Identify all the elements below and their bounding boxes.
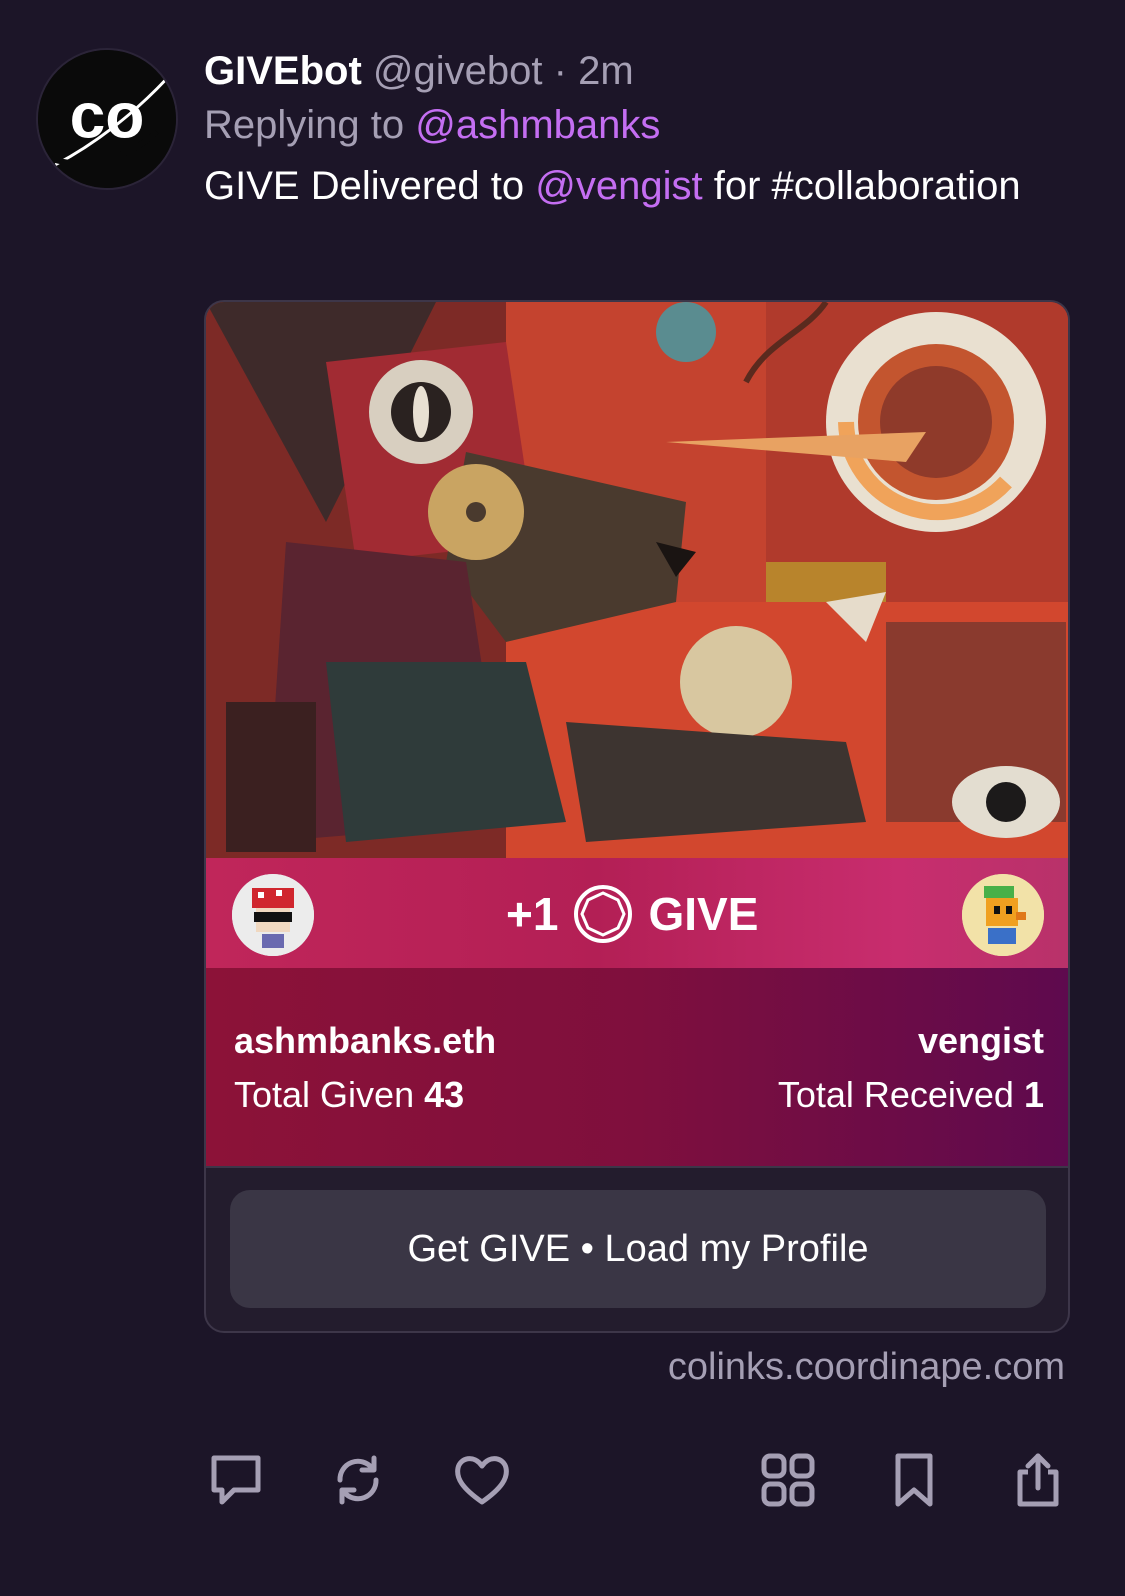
reply-context: Replying to @ashmbanks bbox=[204, 98, 1084, 152]
like-icon bbox=[455, 1456, 509, 1505]
repost-icon bbox=[337, 1455, 379, 1505]
receiver-total-label: Total Received bbox=[777, 1074, 1014, 1115]
reply-mention[interactable]: @ashmbanks bbox=[415, 103, 660, 147]
give-amount-value: +1 bbox=[506, 888, 559, 940]
bookmark-button[interactable] bbox=[882, 1448, 946, 1512]
giver-total-label: Total Given bbox=[234, 1074, 415, 1115]
post-header: GIVEbot @givebot · 2m bbox=[204, 44, 1084, 98]
give-label: GIVE bbox=[648, 888, 759, 940]
apps-grid-button[interactable] bbox=[756, 1448, 820, 1512]
card-artwork[interactable] bbox=[206, 302, 1068, 862]
give-card[interactable]: +1 GIVE ashmbanks.eth Total Given 43 ven… bbox=[204, 300, 1070, 1333]
frame-action-button[interactable]: Get GIVE • Load my Profile bbox=[230, 1190, 1046, 1308]
header-separator: · bbox=[553, 49, 567, 93]
post-mention[interactable]: @vengist bbox=[535, 164, 702, 208]
post-text: GIVE Delivered to @vengist for #collabor… bbox=[204, 158, 1064, 215]
comment-button[interactable] bbox=[204, 1448, 268, 1512]
author-handle[interactable]: @givebot bbox=[373, 49, 543, 93]
giver-total: Total Given 43 bbox=[234, 1074, 464, 1116]
apps-grid-icon bbox=[761, 1453, 815, 1507]
comment-icon bbox=[211, 1455, 261, 1505]
post-content: GIVEbot @givebot · 2m Replying to @ashmb… bbox=[204, 44, 1084, 215]
like-button[interactable] bbox=[450, 1448, 514, 1512]
card-domain-link[interactable]: colinks.coordinape.com bbox=[668, 1346, 1065, 1389]
giver-total-value: 43 bbox=[424, 1074, 465, 1115]
author-avatar[interactable]: co bbox=[36, 48, 178, 190]
receiver-avatar[interactable] bbox=[962, 874, 1044, 956]
post-text-start: GIVE Delivered to bbox=[204, 164, 525, 208]
giver-name[interactable]: ashmbanks.eth bbox=[234, 1020, 496, 1062]
give-band: +1 GIVE bbox=[206, 858, 1068, 968]
avatar-logo-text: co bbox=[70, 79, 145, 151]
share-icon bbox=[1017, 1453, 1059, 1507]
give-stats: ashmbanks.eth Total Given 43 vengist Tot… bbox=[206, 968, 1068, 1168]
post-time[interactable]: 2m bbox=[578, 49, 634, 93]
giver-avatar[interactable] bbox=[232, 874, 314, 956]
author-name[interactable]: GIVEbot bbox=[204, 49, 362, 93]
receiver-total-value: 1 bbox=[1023, 1074, 1044, 1115]
post-action-bar bbox=[0, 1448, 1125, 1512]
repost-button[interactable] bbox=[326, 1448, 390, 1512]
bookmark-icon bbox=[895, 1453, 933, 1507]
give-amount: +1 GIVE bbox=[506, 882, 758, 946]
reply-prefix: Replying to bbox=[204, 103, 405, 147]
post-text-end: for #collaboration bbox=[713, 164, 1021, 208]
share-button[interactable] bbox=[1006, 1448, 1070, 1512]
receiver-name[interactable]: vengist bbox=[918, 1020, 1044, 1062]
give-logo-icon bbox=[574, 885, 633, 943]
receiver-total: Total Received 1 bbox=[778, 1074, 1044, 1116]
